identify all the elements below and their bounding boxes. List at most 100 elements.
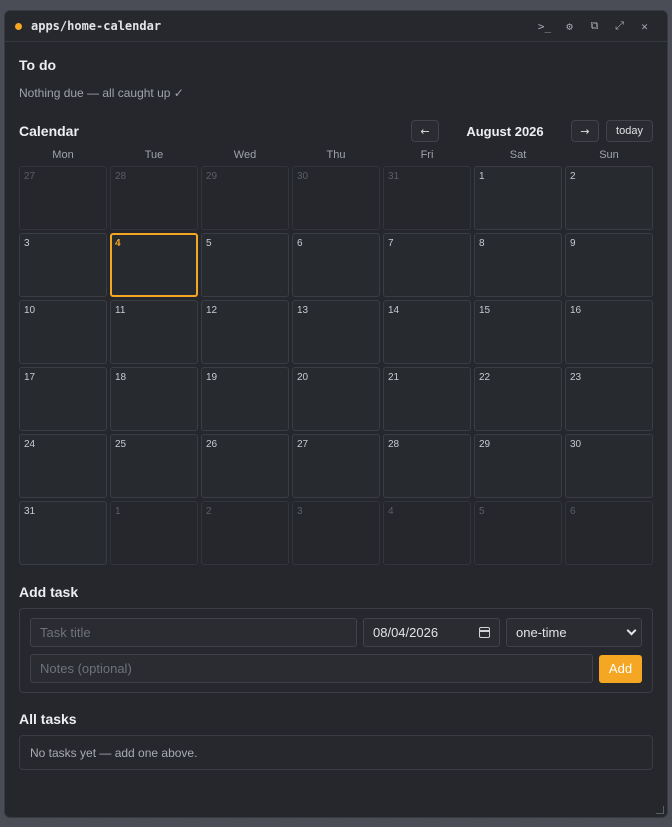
calendar-day[interactable]: 3 (19, 233, 107, 297)
task-date-input[interactable]: 08/04/2026 (363, 618, 500, 647)
calendar-day[interactable]: 27 (292, 434, 380, 498)
plus-pattern-icon: + (475, 816, 482, 827)
calendar-day[interactable]: 10 (19, 300, 107, 364)
calendar-day[interactable]: 30 (292, 166, 380, 230)
plus-pattern-icon: + (379, 816, 386, 827)
weekday-header-row: Mon Tue Wed Thu Fri Sat Sun (19, 147, 653, 163)
calendar-day[interactable]: 19 (201, 367, 289, 431)
calendar-day[interactable]: 28 (383, 434, 471, 498)
calendar-day[interactable]: 6 (292, 233, 380, 297)
calendar-day[interactable]: 28 (110, 166, 198, 230)
repeat-select[interactable]: one-time (506, 618, 642, 647)
calendar-day[interactable]: 1 (110, 501, 198, 565)
month-label: August 2026 (466, 123, 544, 139)
calendar-day[interactable]: 29 (201, 166, 289, 230)
resize-handle-icon[interactable] (656, 806, 664, 814)
weekday-label: Thu (326, 149, 346, 161)
main-content: To do Nothing due — all caught up ✓ Cale… (5, 57, 667, 770)
plus-pattern-icon: + (667, 816, 672, 827)
all-tasks-list: No tasks yet — add one above. (19, 735, 653, 770)
calendar-day[interactable]: 22 (474, 367, 562, 431)
plus-pattern-icon: + (427, 816, 434, 827)
chevron-down-icon (626, 625, 637, 636)
calendar-day[interactable]: 12 (201, 300, 289, 364)
calendar-day[interactable]: 6 (565, 501, 653, 565)
calendar-icon[interactable] (479, 627, 490, 638)
app-window: apps/home-calendar >_ ⚙ ⧉ ⤢ ✕ To do Noth… (4, 10, 668, 818)
calendar-day[interactable]: 7 (383, 233, 471, 297)
calendar-heading: Calendar (19, 123, 79, 139)
todo-empty-text: Nothing due — all caught up ✓ (19, 86, 184, 100)
window-title: apps/home-calendar (31, 19, 162, 33)
all-tasks-empty-text: No tasks yet — add one above. (30, 745, 198, 760)
expand-icon[interactable]: ⤢ (607, 16, 632, 36)
calendar-day[interactable]: 26 (201, 434, 289, 498)
calendar-day[interactable]: 14 (383, 300, 471, 364)
calendar-day[interactable]: 9 (565, 233, 653, 297)
background-pattern: + + + + + + + + + + + + + + (0, 817, 672, 827)
calendar-day[interactable]: 3 (292, 501, 380, 565)
calendar-day[interactable]: 11 (110, 300, 198, 364)
plus-pattern-icon: + (283, 816, 290, 827)
weekday-label: Sun (599, 149, 619, 161)
plus-pattern-icon: + (187, 816, 194, 827)
calendar-day[interactable]: 23 (565, 367, 653, 431)
prev-month-button[interactable]: ← (411, 120, 439, 142)
calendar-day[interactable]: 13 (292, 300, 380, 364)
plus-pattern-icon: + (331, 816, 338, 827)
add-task-form: Task title 08/04/2026 one-time Notes (op… (19, 608, 653, 693)
calendar-day[interactable]: 18 (110, 367, 198, 431)
calendar-day[interactable]: 17 (19, 367, 107, 431)
calendar-day[interactable]: 16 (565, 300, 653, 364)
calendar-day-today[interactable]: 4 (110, 233, 198, 297)
calendar-day[interactable]: 5 (474, 501, 562, 565)
task-date-value: 08/04/2026 (373, 625, 439, 640)
status-dot-icon (15, 22, 22, 30)
plus-pattern-icon: + (43, 816, 50, 827)
weekday-label: Fri (420, 149, 434, 161)
calendar-day[interactable]: 31 (383, 166, 471, 230)
plus-pattern-icon: + (235, 816, 242, 827)
calendar-day[interactable]: 25 (110, 434, 198, 498)
calendar-day[interactable]: 30 (565, 434, 653, 498)
calendar-day[interactable]: 4 (383, 501, 471, 565)
plus-pattern-icon: + (619, 816, 626, 827)
plus-pattern-icon: + (523, 816, 530, 827)
close-icon[interactable]: ✕ (632, 16, 657, 36)
add-task-button[interactable]: Add (599, 654, 642, 683)
calendar-day[interactable]: 5 (201, 233, 289, 297)
calendar-day[interactable]: 27 (19, 166, 107, 230)
calendar-day[interactable]: 1 (474, 166, 562, 230)
plus-pattern-icon: + (139, 816, 146, 827)
plus-pattern-icon: + (571, 816, 578, 827)
weekday-label: Tue (144, 149, 164, 161)
todo-heading: To do (19, 57, 57, 73)
today-button[interactable]: today (606, 120, 653, 142)
title-bar: apps/home-calendar >_ ⚙ ⧉ ⤢ ✕ (5, 11, 667, 42)
calendar-day[interactable]: 20 (292, 367, 380, 431)
calendar-day[interactable]: 21 (383, 367, 471, 431)
calendar-day[interactable]: 31 (19, 501, 107, 565)
window-controls: >_ ⚙ ⧉ ⤢ ✕ (532, 16, 657, 36)
weekday-label: Wed (233, 149, 257, 161)
calendar-header: Calendar ← August 2026 → today (19, 120, 653, 142)
add-task-heading: Add task (19, 584, 79, 600)
calendar-day[interactable]: 24 (19, 434, 107, 498)
calendar-day[interactable]: 2 (201, 501, 289, 565)
calendar-day[interactable]: 8 (474, 233, 562, 297)
task-title-input[interactable]: Task title (30, 618, 357, 647)
all-tasks-heading: All tasks (19, 711, 77, 727)
copy-icon[interactable]: ⧉ (582, 16, 607, 36)
repeat-select-value: one-time (516, 625, 567, 640)
task-notes-input[interactable]: Notes (optional) (30, 654, 593, 683)
calendar-grid: 27 28 29 30 31 1 2 3 4 5 6 7 8 9 10 11 12 13 14 15 16 17 18 19 2… (19, 166, 653, 565)
weekday-label: Mon (52, 149, 74, 161)
terminal-icon[interactable]: >_ (532, 16, 557, 36)
calendar-day[interactable]: 29 (474, 434, 562, 498)
calendar-day[interactable]: 2 (565, 166, 653, 230)
gear-icon[interactable]: ⚙ (557, 16, 582, 36)
calendar-nav: ← August 2026 → today (411, 120, 653, 142)
next-month-button[interactable]: → (571, 120, 599, 142)
calendar-day[interactable]: 15 (474, 300, 562, 364)
plus-pattern-icon: + (91, 816, 98, 827)
